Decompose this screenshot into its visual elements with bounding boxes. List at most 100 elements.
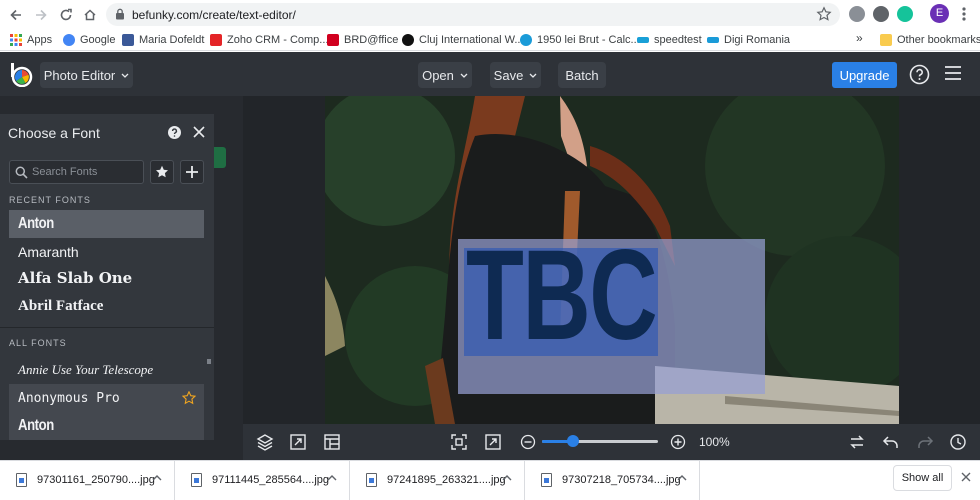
expand-icon[interactable] xyxy=(484,433,502,451)
chevron-down-icon xyxy=(529,73,537,78)
choose-font-panel: Choose a Font RECENT FONTS Anton Amarant… xyxy=(0,114,214,440)
lock-icon xyxy=(115,8,125,20)
zoom-out-icon[interactable] xyxy=(519,433,537,451)
crop-resize-icon[interactable] xyxy=(289,433,307,451)
undo-icon[interactable] xyxy=(882,433,900,451)
file-icon xyxy=(366,473,377,487)
download-shelf: 97301161_250790....jpg 97111445_285564..… xyxy=(0,460,980,500)
recent-fonts-label: RECENT FONTS xyxy=(9,195,91,205)
facebook-icon xyxy=(122,34,134,46)
show-all-downloads-button[interactable]: Show all xyxy=(893,465,952,491)
file-icon xyxy=(16,473,27,487)
font-option-abril-fatface[interactable]: Abril Fatface xyxy=(9,292,204,320)
chevron-up-icon[interactable] xyxy=(677,475,687,481)
layers-icon[interactable] xyxy=(256,433,274,451)
font-option-anonymous-pro[interactable]: Anonymous Pro xyxy=(9,384,204,412)
bookmark-salary-calc[interactable]: 1950 lei Brut - Calc... xyxy=(520,32,640,48)
apply-tab-edge[interactable] xyxy=(214,147,226,168)
search-fonts-field[interactable] xyxy=(9,160,144,184)
open-button[interactable]: Open xyxy=(418,62,472,88)
scrollbar-thumb[interactable] xyxy=(207,359,211,364)
chevron-up-icon[interactable] xyxy=(502,475,512,481)
folder-icon xyxy=(880,34,892,46)
history-icon[interactable] xyxy=(949,433,967,451)
extension-skype-icon[interactable] xyxy=(849,6,865,22)
browser-toolbar: befunky.com/create/text-editor/ E xyxy=(0,0,980,29)
bookmark-speedtest[interactable]: speedtest xyxy=(637,32,702,48)
bookmarks-bar: Apps Google Maria Dofeldt Zoho CRM - Com… xyxy=(0,29,980,51)
save-button[interactable]: Save xyxy=(490,62,541,88)
search-fonts-input[interactable] xyxy=(32,164,140,180)
zoom-in-icon[interactable] xyxy=(669,433,687,451)
bookmark-google[interactable]: Google xyxy=(63,32,115,48)
batch-button[interactable]: Batch xyxy=(558,62,606,88)
hamburger-menu-icon[interactable] xyxy=(945,66,961,80)
github-icon xyxy=(402,34,414,46)
help-icon[interactable] xyxy=(909,64,930,85)
zoom-value: 100% xyxy=(699,435,730,449)
apps-grid-icon xyxy=(10,34,22,46)
brd-icon xyxy=(327,34,339,46)
add-font-button[interactable] xyxy=(180,160,204,184)
speedtest-icon xyxy=(637,37,649,43)
close-icon[interactable] xyxy=(193,126,205,138)
star-icon xyxy=(155,165,169,179)
extension-circle-icon[interactable] xyxy=(873,6,889,22)
file-icon xyxy=(191,473,202,487)
address-bar[interactable]: befunky.com/create/text-editor/ xyxy=(106,3,840,26)
help-icon[interactable] xyxy=(168,126,181,139)
browser-menu-icon[interactable] xyxy=(962,6,966,22)
befunky-logo[interactable] xyxy=(9,63,33,87)
font-option-anton-all[interactable]: Anton xyxy=(9,412,204,440)
forward-icon[interactable] xyxy=(31,5,51,25)
digi-icon xyxy=(707,37,719,43)
file-icon xyxy=(541,473,552,487)
calculator-icon xyxy=(520,34,532,46)
favorite-fonts-button[interactable] xyxy=(150,160,174,184)
panel-title: Choose a Font xyxy=(8,125,100,141)
chevron-down-icon xyxy=(121,73,129,78)
download-item[interactable]: 97241895_263321....jpg xyxy=(350,461,525,500)
upgrade-button[interactable]: Upgrade xyxy=(832,62,897,88)
app-header: Photo Editor Open Save Batch Upgrade xyxy=(0,52,980,96)
chevron-up-icon[interactable] xyxy=(327,475,337,481)
zoom-slider-handle[interactable] xyxy=(567,435,579,447)
all-fonts-label: ALL FONTS xyxy=(9,338,67,348)
font-option-alfa-slab-one[interactable]: Alfa Slab One xyxy=(9,264,204,292)
bookmark-maria-dofeldt[interactable]: Maria Dofeldt xyxy=(122,32,204,48)
font-option-annie-use-your-telescope[interactable]: Annie Use Your Telescope xyxy=(9,356,204,384)
compare-icon[interactable] xyxy=(848,433,866,451)
font-option-amaranth[interactable]: Amaranth xyxy=(9,238,204,266)
bookmarks-overflow-button[interactable]: » xyxy=(856,31,863,45)
bookmark-apps[interactable]: Apps xyxy=(10,32,52,48)
download-item[interactable]: 97301161_250790....jpg xyxy=(0,461,175,500)
font-option-anton[interactable]: Anton xyxy=(9,210,204,238)
redo-icon[interactable] xyxy=(916,433,934,451)
home-icon[interactable] xyxy=(80,5,100,25)
other-bookmarks[interactable]: Other bookmarks xyxy=(880,32,980,48)
chevron-up-icon[interactable] xyxy=(152,475,162,481)
reload-icon[interactable] xyxy=(56,5,76,25)
download-item[interactable]: 97307218_705734....jpg xyxy=(525,461,700,500)
layout-icon[interactable] xyxy=(323,433,341,451)
star-outline-icon[interactable] xyxy=(182,391,196,405)
back-icon[interactable] xyxy=(6,5,26,25)
bookmark-cluj-international[interactable]: Cluj International W... xyxy=(402,32,524,48)
bookmark-digi-romania[interactable]: Digi Romania xyxy=(707,32,790,48)
extension-grammarly-icon[interactable] xyxy=(897,6,913,22)
google-icon xyxy=(63,34,75,46)
photo-editor-menu[interactable]: Photo Editor xyxy=(40,62,133,88)
bookmark-star-icon[interactable] xyxy=(816,6,832,22)
section-divider xyxy=(0,327,214,328)
fit-to-screen-icon[interactable] xyxy=(450,433,468,451)
plus-icon xyxy=(186,166,198,178)
bookmark-zoho-crm[interactable]: Zoho CRM - Comp... xyxy=(210,32,328,48)
bookmark-brd-office[interactable]: BRD@ffice xyxy=(327,32,398,48)
url-text: befunky.com/create/text-editor/ xyxy=(132,8,296,22)
close-icon[interactable] xyxy=(961,472,971,482)
download-item[interactable]: 97111445_285564....jpg xyxy=(175,461,350,500)
chevron-down-icon xyxy=(460,73,468,78)
canvas-text[interactable]: TBC xyxy=(466,232,658,360)
profile-avatar[interactable]: E xyxy=(930,4,949,23)
zoho-icon xyxy=(210,34,222,46)
